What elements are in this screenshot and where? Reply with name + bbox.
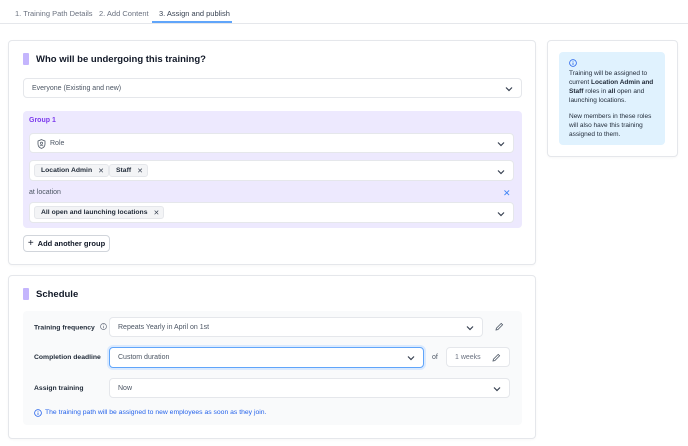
deadline-label: Completion deadline [34,354,101,361]
close-icon[interactable]: ✕ [137,167,143,175]
deadline-select[interactable]: Custom duration [109,347,424,368]
role-type-select[interactable]: Role [29,133,514,153]
close-icon[interactable]: ✕ [98,167,104,175]
chip-all-locations: All open and launching locations ✕ [34,206,165,219]
location-prefix: at location [29,189,61,196]
chip-location-admin: Location Admin ✕ [34,164,109,177]
assign-label: Assign training [34,385,84,392]
tab-add-content[interactable]: 2. Add Content [99,9,149,18]
info-icon [34,409,42,419]
frequency-select[interactable]: Repeats Yearly in April on 1st [109,317,483,337]
close-icon[interactable]: ✕ [154,209,160,217]
chevron-down-icon [407,355,415,361]
active-tab-indicator [152,21,232,23]
section-accent [23,53,29,65]
shield-user-icon [37,139,46,151]
chevron-down-icon [497,141,505,147]
who-title: Who will be undergoing this training? [36,54,206,65]
tab-training-path-details[interactable]: 1. Training Path Details [15,9,93,18]
pencil-icon[interactable] [492,353,501,364]
tab-assign-and-publish[interactable]: 3. Assign and publish [159,9,230,18]
schedule-title: Schedule [36,289,79,300]
deadline-of: of [432,354,438,361]
chevron-down-icon [466,325,474,331]
section-accent [23,288,29,300]
role-type-value: Role [50,139,65,147]
tab-bar: 1. Training Path Details 2. Add Content … [0,0,688,24]
close-icon[interactable]: ✕ [503,188,511,199]
add-group-button[interactable]: + Add another group [23,235,110,252]
chevron-down-icon [497,169,505,175]
audience-select-value: Everyone (Existing and new) [32,84,122,92]
chevron-down-icon [497,211,505,217]
chip-staff: Staff ✕ [109,164,148,177]
chevron-down-icon [493,386,501,392]
plus-icon: + [27,238,34,249]
group-label: Group 1 [29,117,56,124]
schedule-note: The training path will be assigned to ne… [45,409,267,416]
pencil-icon[interactable] [495,322,504,333]
info-paragraph-2: New members in these roles will also hav… [569,113,652,138]
chevron-down-icon [505,86,513,92]
info-paragraph-1: Training will be assigned to current Loc… [569,70,654,104]
frequency-label: Training frequency [34,323,107,332]
audience-select[interactable]: Everyone (Existing and new) [23,78,522,98]
info-icon[interactable] [99,323,107,332]
assign-select[interactable]: Now [109,378,510,398]
deadline-weeks-input[interactable]: 1 weeks [446,347,510,367]
info-icon [569,59,577,69]
